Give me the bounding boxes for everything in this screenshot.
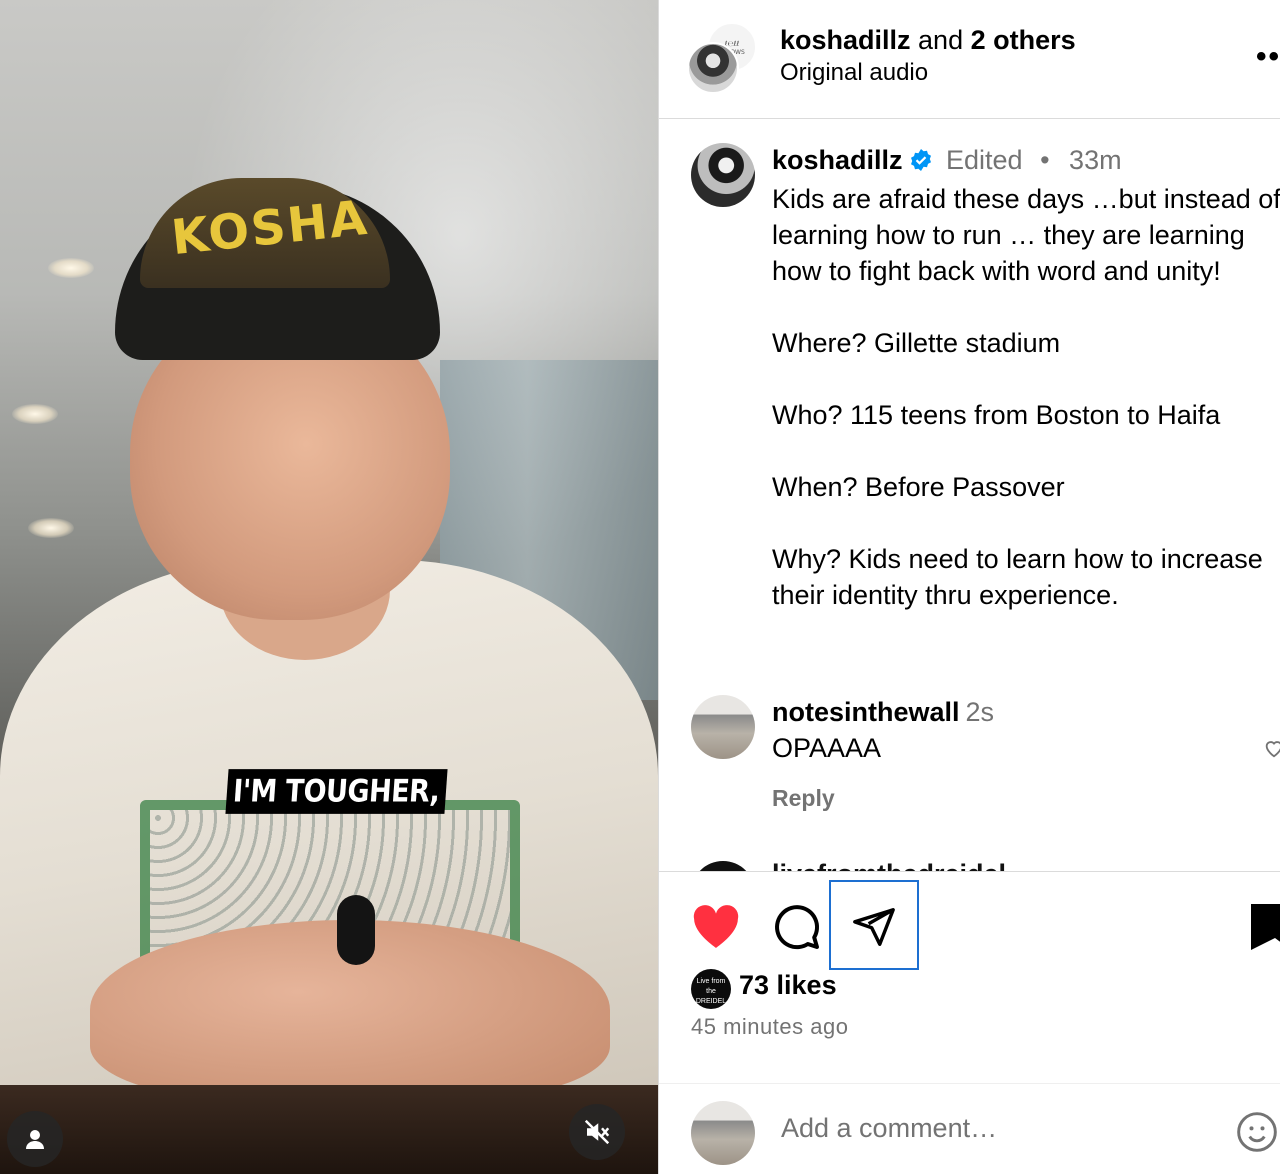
header-and-text: and — [910, 25, 971, 55]
header-username[interactable]: koshadillz — [780, 25, 911, 55]
bookmark-filled-icon — [1251, 904, 1280, 950]
add-comment-row — [659, 1083, 1280, 1174]
comment-avatar[interactable] — [691, 695, 755, 759]
share-button[interactable] — [847, 900, 901, 954]
comment-avatar[interactable] — [691, 861, 755, 871]
ceiling-light — [12, 404, 58, 424]
tagged-users-button[interactable] — [7, 1111, 63, 1167]
paper-plane-icon — [853, 908, 895, 946]
post-time[interactable]: 33m — [1069, 145, 1122, 175]
author-avatar[interactable] — [687, 42, 739, 94]
heart-filled-icon — [693, 905, 739, 948]
liker-avatar-text: Live from the DREIDEL — [695, 978, 727, 1005]
save-button[interactable] — [1251, 904, 1280, 950]
speech-bubble-icon — [775, 905, 820, 950]
add-comment-input[interactable] — [779, 1112, 1223, 1145]
post-actions: Live from the DREIDEL 73 likes 45 minute… — [659, 871, 1280, 1052]
mute-button[interactable] — [569, 1104, 625, 1160]
header-others[interactable]: 2 others — [971, 25, 1076, 55]
reel-video[interactable]: KOSHA I'M TOUGHER, — [0, 0, 658, 1174]
table — [0, 1085, 658, 1174]
post-author-avatar[interactable] — [691, 143, 755, 207]
post-side-panel: ℓ℮ℓℓ LOWS koshadillz and 2 others Origin… — [659, 0, 1280, 1174]
comment-button[interactable] — [770, 900, 824, 954]
post-header: ℓ℮ℓℓ LOWS koshadillz and 2 others Origin… — [659, 0, 1280, 119]
like-button[interactable] — [689, 900, 743, 954]
audio-link[interactable]: Original audio — [780, 58, 928, 88]
verified-badge-icon — [910, 149, 931, 171]
microphone — [337, 895, 375, 965]
likes-count[interactable]: 73 likes — [739, 970, 837, 1001]
post-author-username[interactable]: koshadillz — [772, 145, 933, 176]
post-timestamp[interactable]: 45 minutes ago — [691, 1014, 848, 1040]
header-title[interactable]: koshadillz and 2 others — [780, 24, 1076, 56]
post-meta: Edited • 33m — [946, 145, 1122, 176]
speaker-muted-icon — [584, 1119, 610, 1145]
more-options-button[interactable]: •• — [1256, 40, 1280, 74]
post-username-text[interactable]: koshadillz — [772, 145, 903, 175]
comment-header: notesinthewall 2s — [772, 697, 994, 728]
post-caption: Kids are afraid these days …but instead … — [772, 184, 1280, 610]
comment-text: OPAAAA — [772, 733, 882, 763]
liker-avatar[interactable]: Live from the DREIDEL — [691, 969, 731, 1009]
edited-label: Edited — [946, 145, 1023, 175]
comment-reply-button[interactable]: Reply — [772, 785, 835, 812]
comment-username[interactable]: livefromthedreidel — [772, 859, 1006, 871]
ceiling-light — [48, 258, 94, 278]
emoji-icon[interactable] — [1235, 1110, 1279, 1154]
comment-like-icon[interactable] — [1263, 737, 1280, 759]
ceiling-light — [28, 518, 74, 538]
person-icon — [26, 1130, 44, 1149]
comment-time: 2s — [965, 697, 995, 727]
comment-username[interactable]: notesinthewall — [772, 697, 960, 727]
collab-avatars[interactable]: ℓ℮ℓℓ LOWS — [687, 22, 757, 94]
meta-separator: • — [1040, 145, 1050, 175]
current-user-avatar — [691, 1101, 755, 1165]
comments-scroll-area[interactable]: koshadillz Edited • 33m Kids are afraid … — [659, 119, 1280, 871]
video-caption-overlay: I'M TOUGHER, — [225, 769, 448, 814]
